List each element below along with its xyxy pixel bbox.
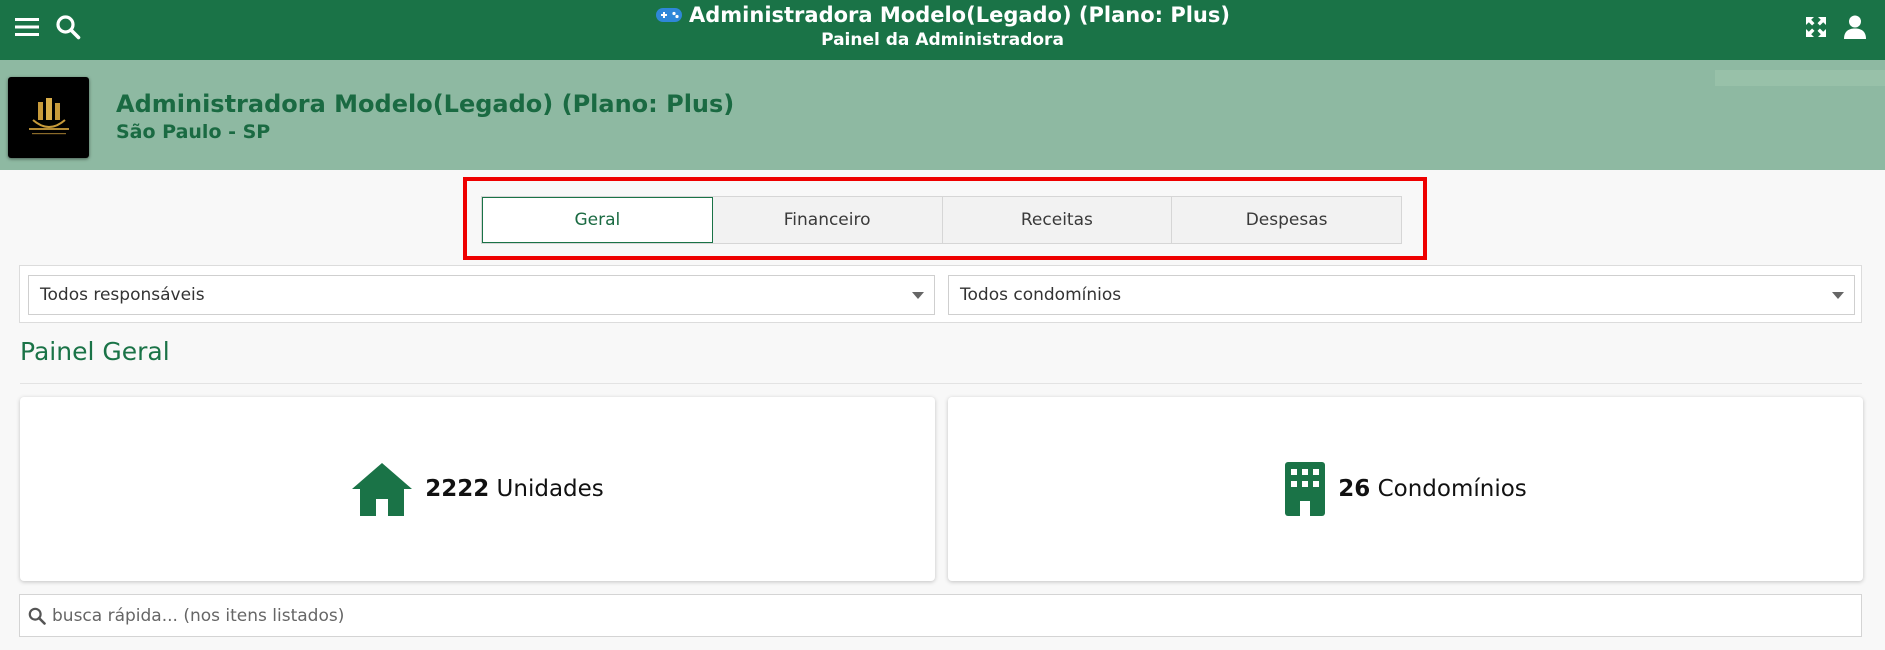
chevron-down-icon: [1832, 292, 1844, 299]
expand-icon[interactable]: [1801, 12, 1831, 42]
quick-search: [19, 594, 1862, 637]
condominiums-count: 26: [1338, 476, 1371, 502]
quick-search-input[interactable]: [52, 605, 1832, 626]
gamepad-icon: [655, 6, 683, 24]
dashboard-tabs: Geral Financeiro Receitas Despesas: [481, 196, 1402, 244]
company-city: São Paulo - SP: [116, 121, 271, 143]
tab-geral[interactable]: Geral: [482, 197, 713, 243]
user-icon[interactable]: [1840, 12, 1870, 42]
company-name: Administradora Modelo(Legado) (Plano: Pl…: [116, 90, 735, 118]
condominiums-label: Condomínios: [1377, 476, 1527, 502]
responsaveis-select[interactable]: Todos responsáveis: [28, 275, 935, 315]
units-card[interactable]: 2222 Unidades: [20, 397, 935, 581]
tab-financeiro[interactable]: Financeiro: [713, 197, 943, 243]
tab-receitas[interactable]: Receitas: [943, 197, 1173, 243]
section-title: Painel Geral: [20, 337, 170, 366]
tab-despesas[interactable]: Despesas: [1172, 197, 1401, 243]
search-icon: [28, 607, 46, 625]
units-label: Unidades: [496, 476, 604, 502]
company-logo: [8, 77, 89, 158]
condominios-select[interactable]: Todos condomínios: [948, 275, 1855, 315]
responsaveis-select-value: Todos responsáveis: [40, 285, 205, 305]
condominiums-card[interactable]: 26 Condomínios: [948, 397, 1863, 581]
section-divider: [20, 383, 1862, 384]
filter-panel: Todos responsáveis Todos condomínios: [19, 265, 1862, 323]
house-icon: [351, 461, 413, 517]
building-icon: [1284, 461, 1326, 517]
app-subtitle: Painel da Administradora: [821, 30, 1064, 50]
chevron-down-icon: [912, 292, 924, 299]
top-bar: Administradora Modelo(Legado) (Plano: Pl…: [0, 0, 1885, 60]
app-title-block: Administradora Modelo(Legado) (Plano: Pl…: [0, 2, 1885, 52]
banner-highlight-strip: [1715, 70, 1885, 86]
units-count: 2222: [425, 476, 490, 502]
condominios-select-value: Todos condomínios: [960, 285, 1122, 305]
company-banner: Administradora Modelo(Legado) (Plano: Pl…: [0, 60, 1885, 170]
app-title: Administradora Modelo(Legado) (Plano: Pl…: [689, 3, 1230, 27]
